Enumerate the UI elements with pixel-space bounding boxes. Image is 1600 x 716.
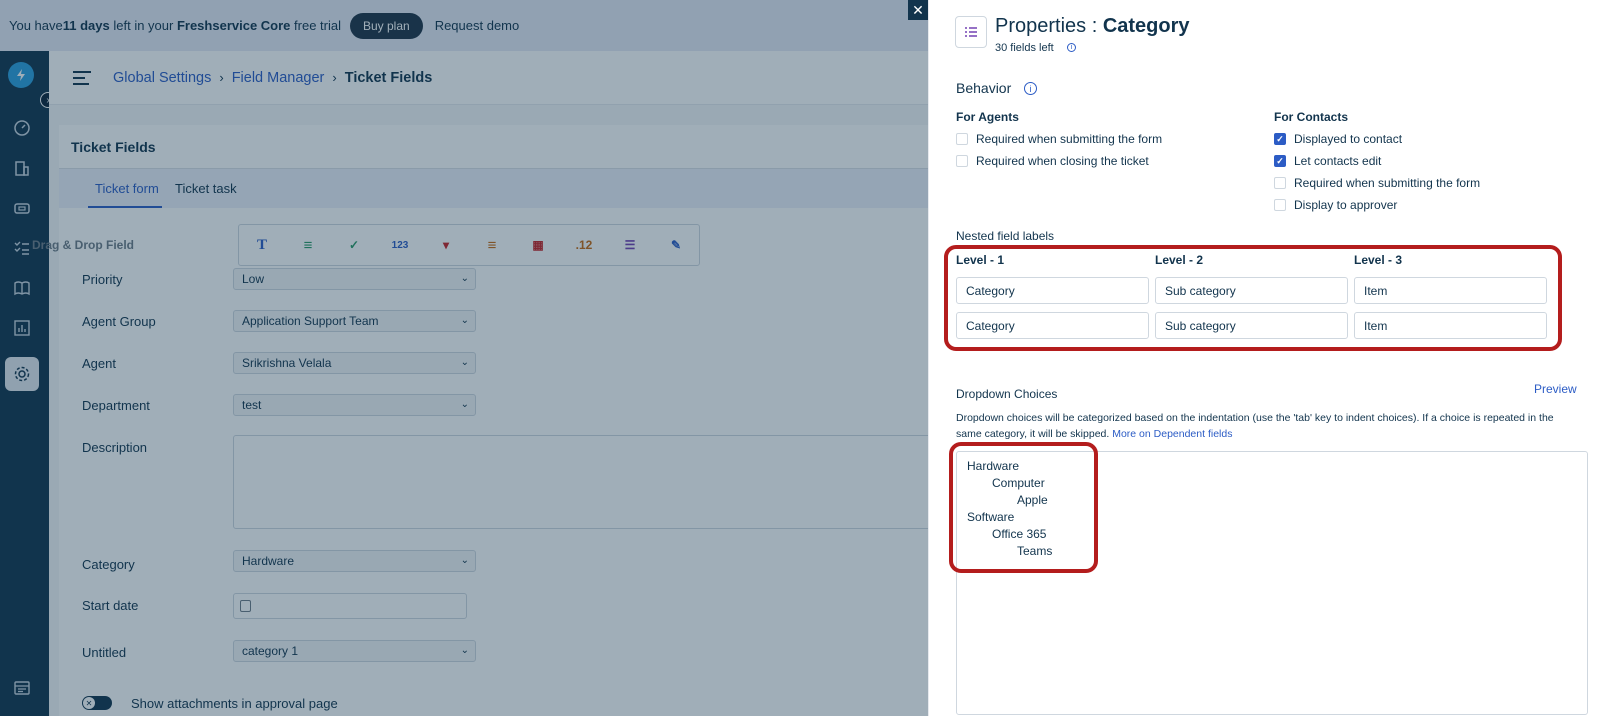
checkbox-icon [956, 133, 968, 145]
contact-displayed-label: Displayed to contact [1294, 132, 1403, 146]
contact-displayed-checkbox[interactable]: ✓ Displayed to contact [1274, 132, 1402, 146]
fields-left-count: 30 fields left [995, 42, 1054, 54]
agent-required-close-label: Required when closing the ticket [976, 154, 1149, 168]
modal-overlay[interactable] [0, 0, 928, 716]
for-contacts-heading: For Contacts [1274, 110, 1349, 124]
agent-required-submit-label: Required when submitting the form [976, 132, 1163, 146]
checkbox-icon [1274, 177, 1286, 189]
level-1-agent-input[interactable]: Category [956, 277, 1149, 304]
contact-required-submit-label: Required when submitting the form [1294, 176, 1481, 190]
level-2-customer-input[interactable]: Sub category [1155, 312, 1348, 339]
level-3-customer-input[interactable]: Item [1354, 312, 1547, 339]
checkbox-icon [1274, 199, 1286, 211]
agent-required-submit-checkbox[interactable]: Required when submitting the form [956, 132, 1162, 146]
close-icon[interactable]: ✕ [908, 0, 928, 20]
dropdown-help-body: Dropdown choices will be categorized bas… [956, 412, 1554, 440]
panel-title-name: Category [1102, 15, 1190, 37]
checkbox-icon [956, 155, 968, 167]
dependent-fields-link[interactable]: More on Dependent fields [1112, 428, 1232, 440]
dropdown-choices-heading: Dropdown Choices [956, 387, 1058, 401]
preview-link[interactable]: Preview [1534, 382, 1577, 396]
properties-panel: Properties : Category 30 fields left i B… [928, 0, 1600, 716]
level-1-customer-input[interactable]: Category [956, 312, 1149, 339]
info-icon[interactable]: i [1067, 43, 1076, 52]
display-to-approver-checkbox[interactable]: Display to approver [1274, 198, 1397, 212]
checkmark-icon: ✓ [1274, 155, 1286, 167]
info-icon[interactable]: i [1024, 82, 1037, 95]
dropdown-help-text: Dropdown choices will be categorized bas… [956, 410, 1576, 442]
contact-edit-checkbox[interactable]: ✓ Let contacts edit [1274, 154, 1381, 168]
level-2-label: Level - 2 [1155, 253, 1204, 267]
highlight-box [949, 442, 1098, 573]
display-to-approver-label: Display to approver [1294, 198, 1398, 212]
nested-field-labels-heading: Nested field labels [956, 229, 1055, 243]
level-2-agent-input[interactable]: Sub category [1155, 277, 1348, 304]
panel-title: Properties : Category [995, 15, 1190, 38]
level-3-agent-input[interactable]: Item [1354, 277, 1547, 304]
level-1-label: Level - 1 [956, 253, 1005, 267]
level-3-label: Level - 3 [1354, 253, 1403, 267]
agent-required-close-checkbox[interactable]: Required when closing the ticket [956, 154, 1149, 168]
contact-required-submit-checkbox[interactable]: Required when submitting the form [1274, 176, 1480, 190]
dependent-field-icon [955, 16, 987, 48]
panel-title-prefix: Properties : [995, 15, 1103, 37]
contact-edit-label: Let contacts edit [1294, 154, 1382, 168]
behavior-heading: Behavior [956, 80, 1012, 96]
for-agents-heading: For Agents [956, 110, 1019, 124]
checkmark-icon: ✓ [1274, 133, 1286, 145]
